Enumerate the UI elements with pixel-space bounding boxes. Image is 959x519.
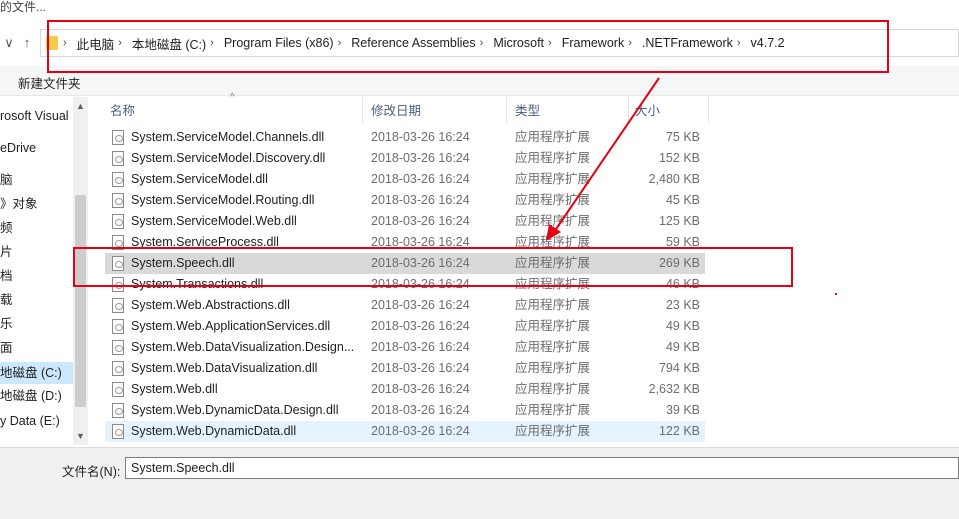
annotation-arrow xyxy=(546,77,660,241)
arrow-shaft xyxy=(553,77,660,233)
red-dot-mark xyxy=(835,293,837,295)
